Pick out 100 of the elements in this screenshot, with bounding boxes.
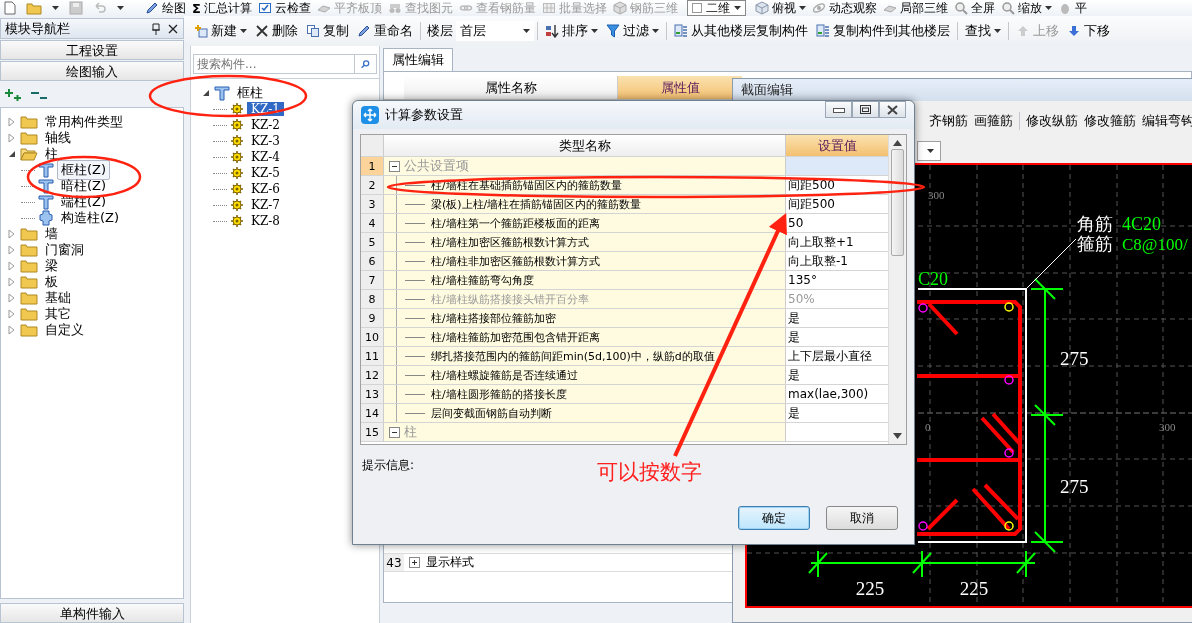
setting-value[interactable]: 是	[786, 328, 888, 346]
collapsed-triangle-icon[interactable]	[7, 261, 17, 271]
folder-icon	[20, 323, 38, 337]
collapsed-triangle-icon[interactable]	[7, 117, 17, 127]
tree-item[interactable]: KZ-4	[247, 150, 284, 164]
setting-value[interactable]: 向上取整+1	[786, 233, 888, 251]
row-number[interactable]: 9	[361, 309, 384, 327]
scroll-thumb[interactable]	[891, 149, 904, 256]
toolbar-button[interactable]: Σ 汇总计算	[189, 0, 255, 16]
setting-value[interactable]: 是	[786, 404, 888, 422]
tree-item[interactable]: KZ-6	[247, 182, 284, 196]
tree-item[interactable]: KZ-7	[247, 198, 284, 212]
tree-item[interactable]: 框柱	[233, 84, 267, 102]
scroll-up-icon[interactable]	[893, 140, 902, 146]
view-mode-select[interactable]: 二维	[686, 0, 746, 16]
setting-value[interactable]: 是	[786, 309, 888, 327]
setting-value[interactable]: 间距500	[786, 195, 888, 213]
toolbar-button[interactable]: 全屏	[950, 0, 998, 16]
collapsed-triangle-icon[interactable]	[7, 293, 17, 303]
toolbar-button[interactable]: 从其他楼层复制构件	[670, 20, 812, 42]
setting-value[interactable]: 向上取整-1	[786, 252, 888, 270]
toolbar-button[interactable]: 查找	[961, 20, 1005, 42]
expanded-triangle-icon[interactable]	[7, 149, 17, 159]
collapsed-triangle-icon[interactable]	[7, 245, 17, 255]
dimension-label: 225	[855, 578, 885, 599]
toolbar-button[interactable]: 复制	[302, 20, 353, 42]
dropdown-field[interactable]	[917, 141, 941, 161]
collapsed-triangle-icon[interactable]	[7, 229, 17, 239]
toolbar-button[interactable]: 删除	[251, 20, 302, 42]
scroll-down-icon[interactable]	[893, 433, 902, 439]
toolbar-button[interactable]: 动态观察	[808, 0, 880, 16]
setting-value[interactable]: 上下层最小直径	[786, 347, 888, 365]
minimize-button[interactable]	[825, 101, 852, 118]
toolbar-button[interactable]: 云检查	[254, 0, 314, 16]
toolbar-button[interactable]: 过滤	[602, 20, 663, 42]
row-number[interactable]: 11	[361, 347, 384, 365]
caret-icon	[117, 6, 124, 10]
setting-value[interactable]: 135°	[786, 271, 888, 289]
tree-item[interactable]: KZ-2	[247, 118, 284, 132]
maximize-button[interactable]	[852, 101, 879, 118]
ok-button[interactable]: 确定	[738, 506, 810, 530]
row-number[interactable]: 13	[361, 385, 384, 403]
expand-box-icon[interactable]	[409, 557, 420, 568]
toolbar-button[interactable]: 重命名	[353, 20, 417, 42]
row-number[interactable]: 3	[361, 195, 384, 213]
toolbar-button[interactable]: 修改箍筋	[1081, 112, 1139, 130]
toolbar-button[interactable]: 俯视	[751, 0, 809, 16]
collapse-box-icon[interactable]	[389, 160, 400, 172]
collapsed-triangle-icon[interactable]	[7, 309, 17, 319]
panel-tab[interactable]: 属性编辑	[383, 48, 453, 71]
toolbar-button[interactable]: 修改纵筋	[1023, 112, 1081, 130]
toolbar-button[interactable]: 排序	[541, 20, 602, 42]
expand-all-icon[interactable]	[4, 88, 22, 102]
row-number[interactable]: 1	[361, 157, 384, 175]
setting-value[interactable]: 50	[786, 214, 888, 232]
setting-value[interactable]: 是	[786, 366, 888, 384]
pin-icon[interactable]	[151, 22, 161, 35]
toolbar-button[interactable]: 新建	[190, 20, 251, 42]
tree-item[interactable]: KZ-8	[247, 214, 284, 228]
collapse-box-icon[interactable]	[389, 426, 400, 438]
collapsed-triangle-icon[interactable]	[7, 277, 17, 287]
toolbar-button[interactable]: 平	[1054, 0, 1090, 16]
nav-section-button[interactable]: 工程设置	[0, 40, 184, 60]
row-number[interactable]: 5	[361, 233, 384, 251]
toolbar-button[interactable]: 下移	[1063, 20, 1114, 42]
toolbar-button[interactable]: 画箍筋	[971, 112, 1016, 130]
nav-section-button[interactable]: 单构件输入	[0, 603, 184, 623]
nav-section-button[interactable]: 绘图输入	[0, 61, 184, 81]
gear-icon	[230, 134, 244, 148]
folder-icon[interactable]	[26, 1, 42, 15]
floor-select[interactable]: 首层	[456, 21, 534, 41]
document-icon[interactable]	[4, 1, 16, 15]
expanded-triangle-icon[interactable]	[201, 88, 211, 98]
row-number[interactable]: 14	[361, 404, 384, 422]
row-number[interactable]: 12	[361, 366, 384, 384]
row-number[interactable]: 4	[361, 214, 384, 232]
cancel-button[interactable]: 取消	[826, 506, 898, 530]
row-number[interactable]: 2	[361, 176, 384, 194]
filter-icon	[606, 24, 620, 38]
row-number[interactable]: 7	[361, 271, 384, 289]
setting-value[interactable]: 间距500	[786, 176, 888, 194]
row-number[interactable]: 15	[361, 423, 384, 441]
close-icon[interactable]	[167, 22, 179, 35]
row-number[interactable]: 6	[361, 252, 384, 270]
tree-item[interactable]: KZ-5	[247, 166, 284, 180]
tree-item[interactable]: KZ-3	[247, 134, 284, 148]
setting-value[interactable]: max(lae,300)	[786, 385, 888, 403]
tree-item[interactable]: 框柱(Z)	[57, 160, 111, 180]
close-button[interactable]	[879, 101, 906, 118]
toolbar-button[interactable]: 缩放	[997, 0, 1055, 16]
rebar-dot	[1004, 448, 1014, 458]
search-button[interactable]	[355, 54, 377, 74]
row-number[interactable]: 10	[361, 328, 384, 346]
toolbar-button[interactable]: 复制构件到其他楼层	[812, 20, 954, 42]
search-field[interactable]: 搜索构件...	[193, 54, 355, 74]
toolbar-button[interactable]: 绘图	[142, 0, 189, 16]
collapsed-triangle-icon[interactable]	[7, 133, 17, 143]
toolbar-button[interactable]: 齐钢筋	[926, 112, 971, 130]
collapsed-triangle-icon[interactable]	[7, 325, 17, 335]
toolbar-button[interactable]: 局部三维	[879, 0, 951, 16]
